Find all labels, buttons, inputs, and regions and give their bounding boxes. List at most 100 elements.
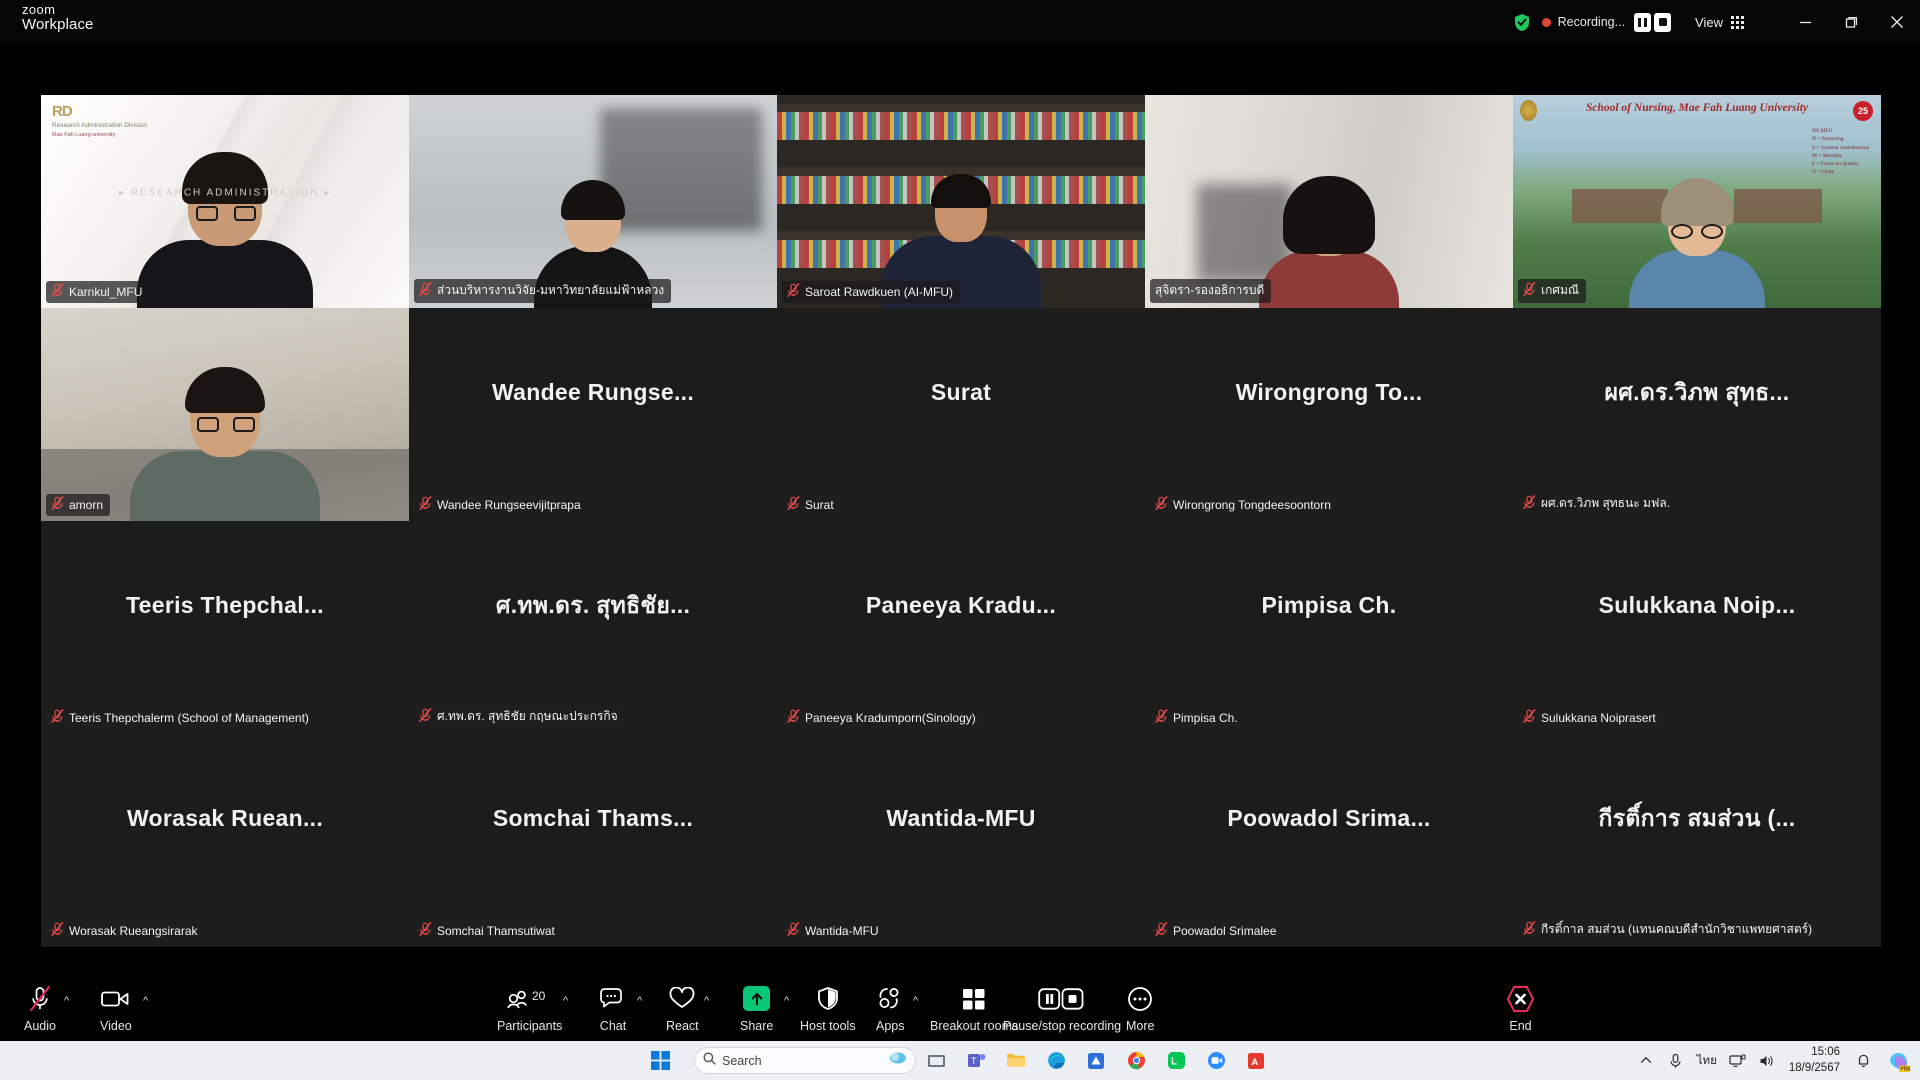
host-tools-button[interactable]: Host tools (800, 983, 856, 1033)
mic-muted-icon (787, 283, 800, 300)
microphone-icon[interactable] (1661, 1041, 1691, 1080)
participant-name-label: สุจิตรา-รองอธิการบดี (1155, 283, 1265, 297)
apps-button[interactable]: Apps (876, 983, 905, 1033)
maximize-button[interactable] (1828, 0, 1874, 44)
share-chevron-up-icon[interactable]: ^ (784, 995, 789, 1007)
language-indicator[interactable]: ไทย (1697, 1052, 1717, 1070)
mic-muted-icon (1155, 709, 1168, 726)
participant-tile[interactable]: Saroat Rawdkuen (AI-MFU) (777, 95, 1145, 308)
share-screen-icon (743, 983, 771, 1014)
participant-tile[interactable]: ผศ.ดร.วิภพ สุทธ... ผศ.ดร.วิภพ สุทธนะ มฟล. (1513, 308, 1881, 521)
react-chevron-up-icon[interactable]: ^ (704, 995, 709, 1007)
edge-icon[interactable] (1036, 1041, 1076, 1080)
participants-button[interactable]: 20 Participants (497, 983, 563, 1034)
react-button[interactable]: React (666, 983, 699, 1033)
participant-tile[interactable]: Teeris Thepchal... Teeris Thepchalerm (Sc… (41, 521, 409, 734)
participant-name-label: Worasak Rueangsirarak (69, 923, 198, 938)
host-tools-label: Host tools (800, 1019, 856, 1033)
end-meeting-button[interactable]: End (1505, 983, 1536, 1033)
participant-tile[interactable]: ▸ RESEARCH ADMINISTRATION ▸ RD Research Ad… (41, 95, 409, 308)
notification-bell-icon[interactable] (1848, 1041, 1878, 1080)
close-button[interactable] (1874, 0, 1920, 44)
participant-tile[interactable]: ศ.ทพ.ดร. สุทธิชัย... ศ.ทพ.ดร. สุทธิชัย กฤ… (409, 521, 777, 734)
line-icon[interactable]: L (1156, 1041, 1196, 1080)
participant-display-name: Wirongrong To... (1235, 378, 1423, 405)
participant-display-name: Teeris Thepchal... (126, 591, 324, 618)
participant-tile[interactable]: Pimpisa Ch. Pimpisa Ch. (1145, 521, 1513, 734)
participant-tile[interactable]: Worasak Ruean... Worasak Rueangsirarak (41, 734, 409, 947)
participant-tile[interactable]: 25 School of Nursing, Mae Fah Luang Unive… (1513, 95, 1881, 308)
chat-button[interactable]: Chat (598, 983, 628, 1033)
acrobat-icon[interactable]: A (1236, 1041, 1276, 1080)
apps-label: Apps (876, 1019, 905, 1033)
participant-name-badge: Poowadol Srimalee (1150, 920, 1284, 942)
mic-muted-icon (51, 496, 64, 513)
pause-stop-recording-button[interactable]: Pause/stop recording (1003, 983, 1121, 1033)
chrome-icon[interactable] (1116, 1041, 1156, 1080)
copilot-icon[interactable]: PRE (1878, 1041, 1920, 1080)
more-button[interactable]: More (1126, 983, 1154, 1033)
participant-name-badge: กีรติ์กาล สมส่วน (แทนคณบดีสำนักวิชาแพทยศ… (1518, 918, 1820, 942)
chevron-up-icon[interactable] (1631, 1041, 1661, 1080)
audio-button[interactable]: Audio (24, 983, 56, 1033)
grid-squares-icon (961, 983, 987, 1014)
participant-tile[interactable]: Paneeya Kradu... Paneeya Kradumporn(Sinol… (777, 521, 1145, 734)
participant-name-label: Wandee Rungseevijitprapa (437, 497, 581, 512)
participant-display-name: Pimpisa Ch. (1261, 591, 1397, 618)
participant-tile[interactable]: amorn (41, 308, 409, 521)
participant-tile[interactable]: Sulukkana Noip... Sulukkana Noiprasert (1513, 521, 1881, 734)
react-label: React (666, 1019, 699, 1033)
tile-video-area (409, 95, 777, 308)
chat-chevron-up-icon[interactable]: ^ (637, 995, 642, 1007)
participant-tile[interactable]: Surat Surat (777, 308, 1145, 521)
speaker-icon[interactable] (1753, 1041, 1783, 1080)
mic-muted-icon (1523, 921, 1536, 938)
tile-video-area: 25 School of Nursing, Mae Fah Luang Unive… (1513, 95, 1881, 308)
mic-muted-icon (419, 282, 432, 299)
security-shield-icon[interactable] (1513, 13, 1531, 32)
participant-name-badge: amorn (46, 494, 111, 516)
display-icon[interactable] (1723, 1041, 1753, 1080)
window-title-bar: zoom Workplace Recording... View (0, 0, 1920, 44)
clock-date: 18/9/2567 (1788, 1061, 1840, 1074)
participant-tile[interactable]: กีรติ์การ สมส่วน (... กีรติ์กาล สมส่วน (แ… (1513, 734, 1881, 947)
share-button[interactable]: Share (740, 983, 773, 1033)
participants-label: Participants (497, 1019, 563, 1033)
meeting-toolbar: Audio ^ Video ^ 20 Participants ^ Chat ^… (0, 963, 1920, 1041)
task-view-icon[interactable] (916, 1041, 956, 1080)
participant-name-badge: ศ.ทพ.ดร. สุทธิชัย กฤษณะประกรกิจ (414, 705, 625, 729)
teams-icon[interactable]: T (956, 1041, 996, 1080)
participant-tile[interactable]: Wirongrong To... Wirongrong Tongdeesoonto… (1145, 308, 1513, 521)
participant-tile[interactable]: สุจิตรา-รองอธิการบดี (1145, 95, 1513, 308)
participant-tile[interactable]: Wandee Rungse... Wandee Rungseevijitprapa (409, 308, 777, 521)
participant-name-label: ผศ.ดร.วิภพ สุทธนะ มฟล. (1541, 496, 1671, 510)
view-grid-icon[interactable] (1731, 15, 1744, 29)
windows-start-icon[interactable] (640, 1041, 680, 1080)
participant-tile[interactable]: Wantida-MFU Wantida-MFU (777, 734, 1145, 947)
video-button[interactable]: Video (100, 983, 132, 1033)
store-icon[interactable] (1076, 1041, 1116, 1080)
pause-recording-button[interactable] (1634, 12, 1652, 32)
stop-recording-button[interactable] (1654, 12, 1672, 32)
participant-tile[interactable]: Somchai Thams... Somchai Thamsutiwat (409, 734, 777, 947)
minimize-button[interactable] (1782, 0, 1828, 44)
file-explorer-icon[interactable] (996, 1041, 1036, 1080)
taskbar-clock[interactable]: 15:06 18/9/2567 (1789, 1045, 1840, 1076)
mic-muted-icon (51, 283, 64, 300)
end-call-icon (1505, 983, 1536, 1014)
zoom-icon[interactable] (1196, 1041, 1236, 1080)
participant-name-badge: ผศ.ดร.วิภพ สุทธนะ มฟล. (1518, 492, 1678, 516)
view-label[interactable]: View (1695, 15, 1723, 30)
search-input[interactable]: Search (694, 1047, 916, 1074)
apps-chevron-up-icon[interactable]: ^ (913, 995, 918, 1007)
svg-text:A: A (1251, 1057, 1258, 1068)
tile-video-area (1145, 95, 1513, 308)
audio-options-chevron-up-icon[interactable]: ^ (64, 995, 69, 1007)
video-options-chevron-up-icon[interactable]: ^ (143, 995, 148, 1007)
participant-tile[interactable]: ส่วนบริหารงานวิจัย-มหาวิทยาลัยแม่ฟ้าหลวง (409, 95, 777, 308)
participant-tile[interactable]: Poowadol Srima... Poowadol Srimalee (1145, 734, 1513, 947)
mic-muted-icon (419, 708, 432, 725)
participant-name-badge: เกศมณี (1518, 279, 1587, 303)
copilot-search-icon[interactable] (889, 1051, 907, 1070)
participants-chevron-up-icon[interactable]: ^ (563, 995, 568, 1007)
